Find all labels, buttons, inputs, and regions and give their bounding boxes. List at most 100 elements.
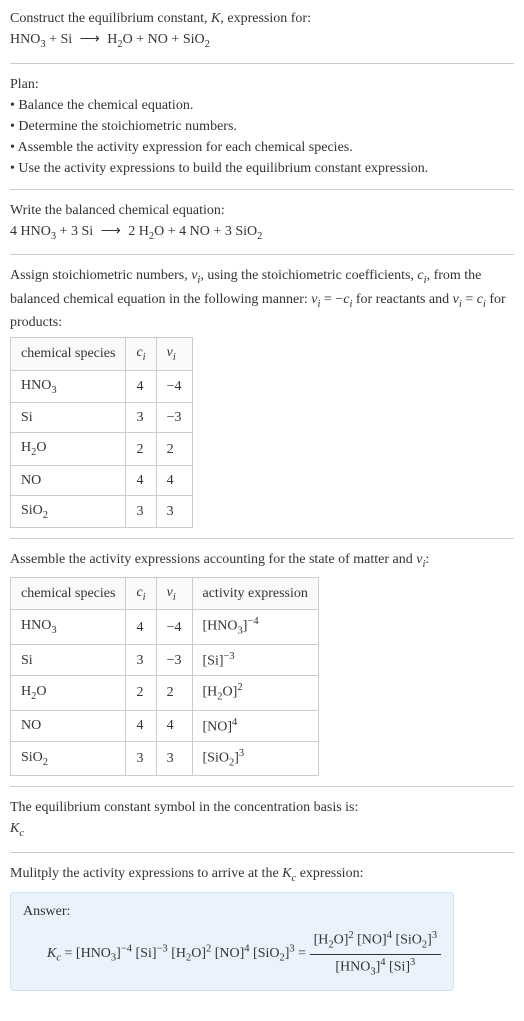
plan-bullet: • Balance the chemical equation. (10, 95, 514, 116)
divider (10, 786, 514, 787)
exponent: 4 (380, 957, 385, 968)
table-header-row: chemical species ci νi activity expressi… (11, 577, 319, 610)
cell-nu: 3 (156, 495, 192, 528)
cell-c: 4 (126, 465, 156, 495)
cell-nu: −3 (156, 403, 192, 433)
plan-bullet: • Use the activity expressions to build … (10, 158, 514, 179)
subscript: i (173, 592, 176, 603)
bracket: [NO] (215, 946, 245, 961)
cell-species: Si (11, 403, 126, 433)
divider (10, 189, 514, 190)
plus: + (164, 224, 179, 239)
table-row: NO44[NO]4 (11, 710, 319, 742)
subscript: 2 (257, 230, 262, 241)
equals: = (295, 946, 310, 961)
exponent: −4 (247, 616, 258, 627)
col-species: chemical species (11, 577, 126, 610)
bracket: [H (171, 946, 186, 961)
activity-table: chemical species ci νi activity expressi… (10, 577, 319, 776)
bracket: [Si] (136, 946, 157, 961)
k-symbol: K (10, 821, 19, 836)
species: SiO (21, 750, 43, 765)
cell-c: 2 (126, 433, 156, 466)
k-symbol: K (211, 11, 220, 26)
eqn-reactant-1: HNO3 (10, 32, 46, 47)
balanced-title: Write the balanced chemical equation: (10, 200, 514, 221)
cell-activity: [HNO3]−4 (192, 610, 318, 644)
divider (10, 852, 514, 853)
exponent: 3 (432, 930, 437, 941)
table-row: H2O22[H2O]2 (11, 676, 319, 710)
kc-value: Kc (10, 818, 514, 842)
text: Assign stoichiometric numbers, (10, 268, 191, 283)
exponent: 3 (239, 748, 244, 759)
species: O (36, 440, 46, 455)
eqn-product-2: NO (148, 32, 168, 47)
bracket: [Si] (203, 653, 224, 668)
table-row: Si3−3[Si]−3 (11, 644, 319, 676)
species: H (107, 32, 117, 47)
stoich-block: Assign stoichiometric numbers, νi, using… (10, 265, 514, 528)
stoich-intro: Assign stoichiometric numbers, νi, using… (10, 265, 514, 333)
eqn-reactant-2: Si (61, 32, 73, 47)
bracket: [SiO (395, 933, 421, 948)
species: H (21, 684, 31, 699)
bracket: [HNO (335, 959, 370, 974)
plus: + (46, 32, 61, 47)
cell-activity: [NO]4 (192, 710, 318, 742)
balanced-equation: 4 HNO3 + 3 Si ⟶ 2 H2O + 4 NO + 3 SiO2 (10, 221, 514, 245)
answer-label: Answer: (23, 901, 441, 922)
plan-title: Plan: (10, 74, 514, 95)
cell-c: 4 (126, 610, 156, 644)
cell-species: HNO3 (11, 610, 126, 644)
species: SiO (21, 503, 43, 518)
divider (10, 63, 514, 64)
kc-line: The equilibrium constant symbol in the c… (10, 797, 514, 818)
coef: 3 (71, 224, 82, 239)
text: for reactants and (352, 292, 452, 307)
species: NO (190, 224, 210, 239)
cell-c: 4 (126, 370, 156, 403)
divider (10, 538, 514, 539)
cell-c: 4 (126, 710, 156, 742)
text: = − (320, 292, 343, 307)
bracket: [H (314, 933, 329, 948)
species: O (123, 32, 133, 47)
exponent: 2 (237, 682, 242, 693)
cell-species: NO (11, 710, 126, 742)
plan-bullet: • Determine the stoichiometric numbers. (10, 116, 514, 137)
bracket: [NO] (357, 933, 387, 948)
plus: + (56, 224, 71, 239)
text: Assemble the activity expressions accoun… (10, 552, 416, 567)
plus: + (168, 32, 183, 47)
bracket: [Si] (389, 959, 410, 974)
col-activity: activity expression (192, 577, 318, 610)
equals: = (61, 946, 76, 961)
plan-block: Plan: • Balance the chemical equation. •… (10, 74, 514, 179)
exponent: 2 (348, 930, 353, 941)
col-nui: νi (156, 338, 192, 371)
cell-nu: −4 (156, 370, 192, 403)
coef: 3 (225, 224, 236, 239)
cell-activity: [Si]−3 (192, 644, 318, 676)
text: = (462, 292, 477, 307)
cell-activity: [SiO2]3 (192, 742, 318, 776)
cell-nu: −4 (156, 610, 192, 644)
coef: 4 (10, 224, 21, 239)
species: O (154, 224, 164, 239)
subscript: c (19, 828, 24, 839)
cell-species: Si (11, 644, 126, 676)
species: O (36, 684, 46, 699)
numerator: [H2O]2 [NO]4 [SiO2]3 (310, 928, 441, 954)
fraction: [H2O]2 [NO]4 [SiO2]3 [HNO3]4 [Si]3 (310, 928, 441, 979)
cell-c: 3 (126, 742, 156, 776)
exponent: 4 (232, 717, 237, 728)
species: HNO (21, 224, 51, 239)
bracket: [H (203, 685, 218, 700)
cell-c: 3 (126, 495, 156, 528)
divider (10, 254, 514, 255)
cell-species: SiO2 (11, 495, 126, 528)
eqn-product-1: H2O (107, 32, 133, 47)
exponent: −3 (224, 651, 235, 662)
subscript: 3 (51, 385, 56, 396)
